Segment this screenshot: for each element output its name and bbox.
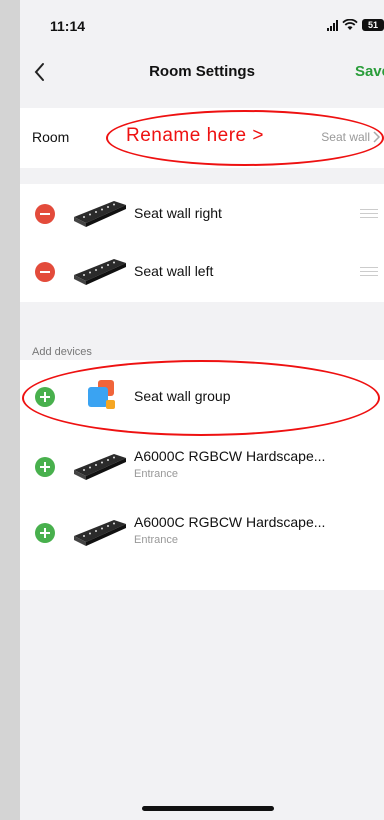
light-bar-device-icon bbox=[74, 259, 126, 285]
home-indicator bbox=[142, 806, 274, 811]
drag-handle-icon[interactable] bbox=[360, 267, 378, 277]
battery-icon: 51 bbox=[362, 19, 384, 31]
annotation-ellipse bbox=[22, 360, 380, 436]
room-label: Room bbox=[32, 129, 70, 145]
light-bar-device-icon bbox=[74, 201, 126, 227]
nav-bar: Room Settings Save bbox=[20, 54, 384, 90]
list-item[interactable]: A6000C RGBCW Hardscape... Entrance bbox=[20, 504, 384, 562]
device-room-label: Entrance bbox=[134, 534, 179, 546]
add-devices-list: Seat wall group A6000C RGBCW Hardscape..… bbox=[20, 360, 384, 590]
list-item[interactable]: Seat wall left bbox=[20, 242, 384, 300]
status-bar: 11:14 51 bbox=[20, 0, 384, 50]
phone-screen: 11:14 51 Room Settings Save Room Rename … bbox=[20, 0, 384, 820]
light-bar-device-icon bbox=[74, 454, 126, 480]
room-name-row[interactable]: Room Rename here > Seat wall bbox=[20, 108, 384, 168]
drag-handle-icon[interactable] bbox=[360, 209, 378, 219]
device-room-label: Entrance bbox=[134, 468, 179, 480]
light-bar-device-icon bbox=[74, 520, 126, 546]
remove-device-button[interactable] bbox=[35, 204, 55, 224]
device-name: Seat wall right bbox=[134, 205, 222, 221]
annotation-ellipse bbox=[106, 110, 384, 166]
list-item[interactable]: A6000C RGBCW Hardscape... Entrance bbox=[20, 438, 384, 496]
page-title: Room Settings bbox=[149, 63, 255, 80]
device-name: A6000C RGBCW Hardscape... bbox=[134, 514, 326, 530]
device-name: Seat wall left bbox=[134, 263, 214, 279]
status-icons: 51 bbox=[327, 16, 384, 34]
device-name: A6000C RGBCW Hardscape... bbox=[134, 448, 326, 464]
add-device-button[interactable] bbox=[35, 457, 55, 477]
wifi-icon bbox=[342, 19, 358, 30]
status-time: 11:14 bbox=[50, 18, 86, 34]
signal-icon bbox=[327, 19, 338, 31]
add-devices-header: Add devices bbox=[32, 346, 92, 358]
list-item[interactable]: Seat wall right bbox=[20, 184, 384, 242]
room-devices-list: Seat wall right Seat wall left bbox=[20, 184, 384, 302]
save-button[interactable]: Save bbox=[355, 63, 384, 80]
add-device-button[interactable] bbox=[35, 523, 55, 543]
remove-device-button[interactable] bbox=[35, 262, 55, 282]
